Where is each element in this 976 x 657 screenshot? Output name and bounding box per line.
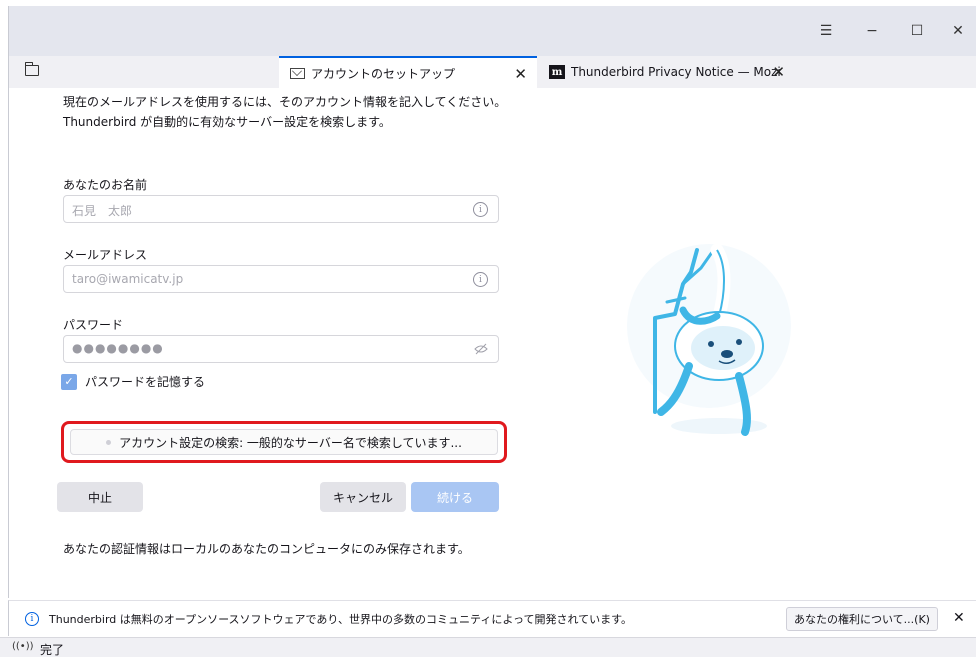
eye-slash-icon[interactable]: [474, 343, 488, 355]
intro-line-2: Thunderbird が自動的に有効なサーバー設定を検索します。: [63, 115, 391, 129]
remember-password-checkbox[interactable]: ✓: [61, 373, 77, 390]
info-icon[interactable]: i: [473, 272, 488, 287]
status-text: アカウント設定の検索: 一般的なサーバー名で検索しています...: [119, 435, 462, 450]
status-highlight-box: アカウント設定の検索: 一般的なサーバー名で検索しています...: [61, 421, 507, 463]
close-notification-icon[interactable]: ✕: [953, 610, 965, 626]
password-label: パスワード: [63, 318, 124, 332]
name-label: あなたのお名前: [63, 178, 148, 192]
status-bar: ((•)) 完了: [0, 637, 976, 657]
name-value: 石見 太郎: [72, 204, 133, 218]
remember-password-label: パスワードを記憶する: [85, 375, 206, 389]
stop-button[interactable]: 中止: [57, 482, 143, 512]
mail-setup-icon: [289, 66, 305, 80]
tab-strip: アカウントのセットアップ ✕ m Thunderbird Privacy Not…: [8, 56, 976, 88]
hamburger-icon[interactable]: ☰: [811, 18, 841, 44]
close-icon[interactable]: ✕: [943, 18, 973, 44]
cancel-button[interactable]: キャンセル: [320, 482, 406, 512]
tab-privacy-notice[interactable]: m Thunderbird Privacy Notice — Mozi ✕: [539, 56, 801, 88]
email-label: メールアドレス: [63, 248, 148, 262]
maximize-icon[interactable]: ☐: [902, 18, 932, 44]
tab-close-icon[interactable]: ✕: [772, 63, 785, 81]
notification-bar: i Thunderbird は無料のオープンソースソフトウェアであり、世界中の多…: [8, 600, 976, 636]
info-icon: i: [25, 612, 39, 626]
notification-text: Thunderbird は無料のオープンソースソフトウェアであり、世界中の多数の…: [49, 613, 633, 626]
spinner-icon: [106, 439, 112, 445]
folder-icon[interactable]: [24, 62, 39, 76]
name-field[interactable]: 石見 太郎 i: [63, 195, 499, 223]
password-value: ●●●●●●●●: [72, 341, 164, 355]
minimize-icon[interactable]: −: [857, 18, 887, 44]
sloth-illustration: [627, 243, 791, 436]
tab-label: Thunderbird Privacy Notice — Mozi: [571, 65, 781, 79]
online-status-icon[interactable]: ((•)): [12, 641, 34, 652]
continue-button[interactable]: 続ける: [411, 482, 499, 512]
info-icon[interactable]: i: [473, 202, 488, 217]
credentials-note: あなたの認証情報はローカルのあなたのコンピュータにのみ保存されます。: [63, 542, 470, 556]
status-bar-text: 完了: [40, 643, 65, 657]
tab-label: アカウントのセットアップ: [311, 66, 456, 81]
tab-close-icon[interactable]: ✕: [514, 65, 527, 83]
email-field[interactable]: taro@iwamicatv.jp i: [63, 265, 499, 293]
password-field[interactable]: ●●●●●●●●: [63, 335, 499, 363]
title-bar: ☰ − ☐ ✕: [8, 6, 976, 56]
remember-password-row[interactable]: ✓ パスワードを記憶する: [61, 373, 205, 390]
know-your-rights-button[interactable]: あなたの権利について...(K): [786, 607, 938, 631]
status-message: アカウント設定の検索: 一般的なサーバー名で検索しています...: [70, 429, 498, 455]
account-setup-page: 現在のメールアドレスを使用するには、そのアカウント情報を記入してください。 Th…: [8, 88, 976, 598]
intro-line-1: 現在のメールアドレスを使用するには、そのアカウント情報を記入してください。: [63, 95, 507, 109]
tab-account-setup[interactable]: アカウントのセットアップ ✕: [279, 56, 537, 88]
intro-text: 現在のメールアドレスを使用するには、そのアカウント情報を記入してください。 Th…: [63, 92, 506, 132]
mozilla-m-icon: m: [549, 65, 565, 79]
email-value: taro@iwamicatv.jp: [72, 272, 184, 286]
